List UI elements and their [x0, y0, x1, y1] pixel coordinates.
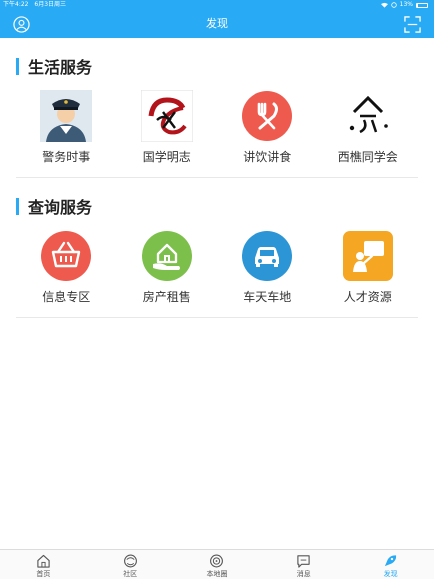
service-xiqiao-alumni[interactable]: 西樵同学会	[318, 90, 419, 165]
service-info-zone[interactable]: 信息专区	[16, 230, 117, 305]
lock-rotation-icon	[390, 2, 397, 8]
battery-icon	[416, 2, 428, 8]
dragon-calligraphy-icon	[140, 90, 193, 142]
service-label: 警务时事	[42, 150, 91, 164]
basket-icon	[41, 231, 92, 281]
tab-messages[interactable]: 消息	[260, 550, 347, 579]
local-circle-icon	[210, 554, 224, 568]
person-board-icon	[342, 231, 393, 281]
service-label: 人才资源	[343, 290, 392, 304]
wifi-icon	[380, 2, 388, 8]
section-marker	[16, 57, 19, 75]
discover-icon	[384, 555, 397, 567]
service-real-estate[interactable]: 房产租售	[117, 230, 218, 305]
service-label: 房产租售	[142, 290, 191, 304]
tab-label: 消息	[296, 570, 311, 578]
alumni-calligraphy-icon	[341, 90, 394, 142]
service-sinology[interactable]: 国学明志	[117, 90, 218, 165]
service-label: 国学明志	[142, 150, 191, 164]
status-date: 6月3日周三	[34, 1, 67, 8]
life-services-section: 生活服务 警务时事 国学明志 讲饮讲食 西樵同学会	[16, 55, 418, 178]
query-services-section: 查询服务 信息专区 房产租售 车天车地 人才资源	[16, 195, 418, 318]
message-icon	[297, 555, 310, 568]
community-icon	[123, 554, 137, 568]
section-title: 生活服务	[28, 58, 93, 77]
section-divider	[16, 177, 418, 178]
tab-home[interactable]: 首页	[0, 550, 87, 579]
service-label: 信息专区	[42, 290, 91, 304]
car-icon	[242, 231, 293, 281]
discover-page: 下午4:22 6月3日周三 13% 发现 生活服务 警务时事 国学明志 讲饮讲食…	[0, 0, 434, 579]
status-bar: 下午4:22 6月3日周三 13%	[0, 0, 434, 10]
fork-knife-icon	[242, 91, 293, 141]
home-icon	[37, 554, 50, 568]
status-time: 下午4:22	[3, 1, 29, 8]
service-police-news[interactable]: 警务时事	[16, 90, 117, 165]
house-hand-icon	[141, 231, 192, 281]
police-officer-icon	[40, 90, 93, 142]
tab-community[interactable]: 社区	[87, 550, 174, 579]
tab-local-circle[interactable]: 本地圈	[174, 550, 261, 579]
service-cars[interactable]: 车天车地	[217, 230, 318, 305]
service-food[interactable]: 讲饮讲食	[217, 90, 318, 165]
tab-label: 本地圈	[206, 570, 228, 578]
section-divider	[16, 317, 418, 318]
service-label: 讲饮讲食	[243, 150, 292, 164]
tab-label: 社区	[123, 570, 138, 578]
section-title: 查询服务	[28, 198, 93, 217]
service-label: 西樵同学会	[337, 150, 398, 164]
page-title: 发现	[206, 17, 228, 30]
service-talent[interactable]: 人才资源	[318, 230, 419, 305]
tab-label: 首页	[36, 570, 51, 578]
bottom-tab-bar: 首页 社区 本地圈 消息 发现	[0, 549, 434, 579]
section-marker	[16, 197, 19, 215]
service-label: 车天车地	[243, 290, 292, 304]
header: 下午4:22 6月3日周三 13% 发现	[0, 0, 434, 38]
tab-label: 发现	[383, 570, 398, 578]
scan-icon[interactable]	[404, 16, 421, 33]
tab-discover[interactable]: 发现	[347, 550, 434, 579]
battery-percent: 13%	[399, 1, 413, 8]
